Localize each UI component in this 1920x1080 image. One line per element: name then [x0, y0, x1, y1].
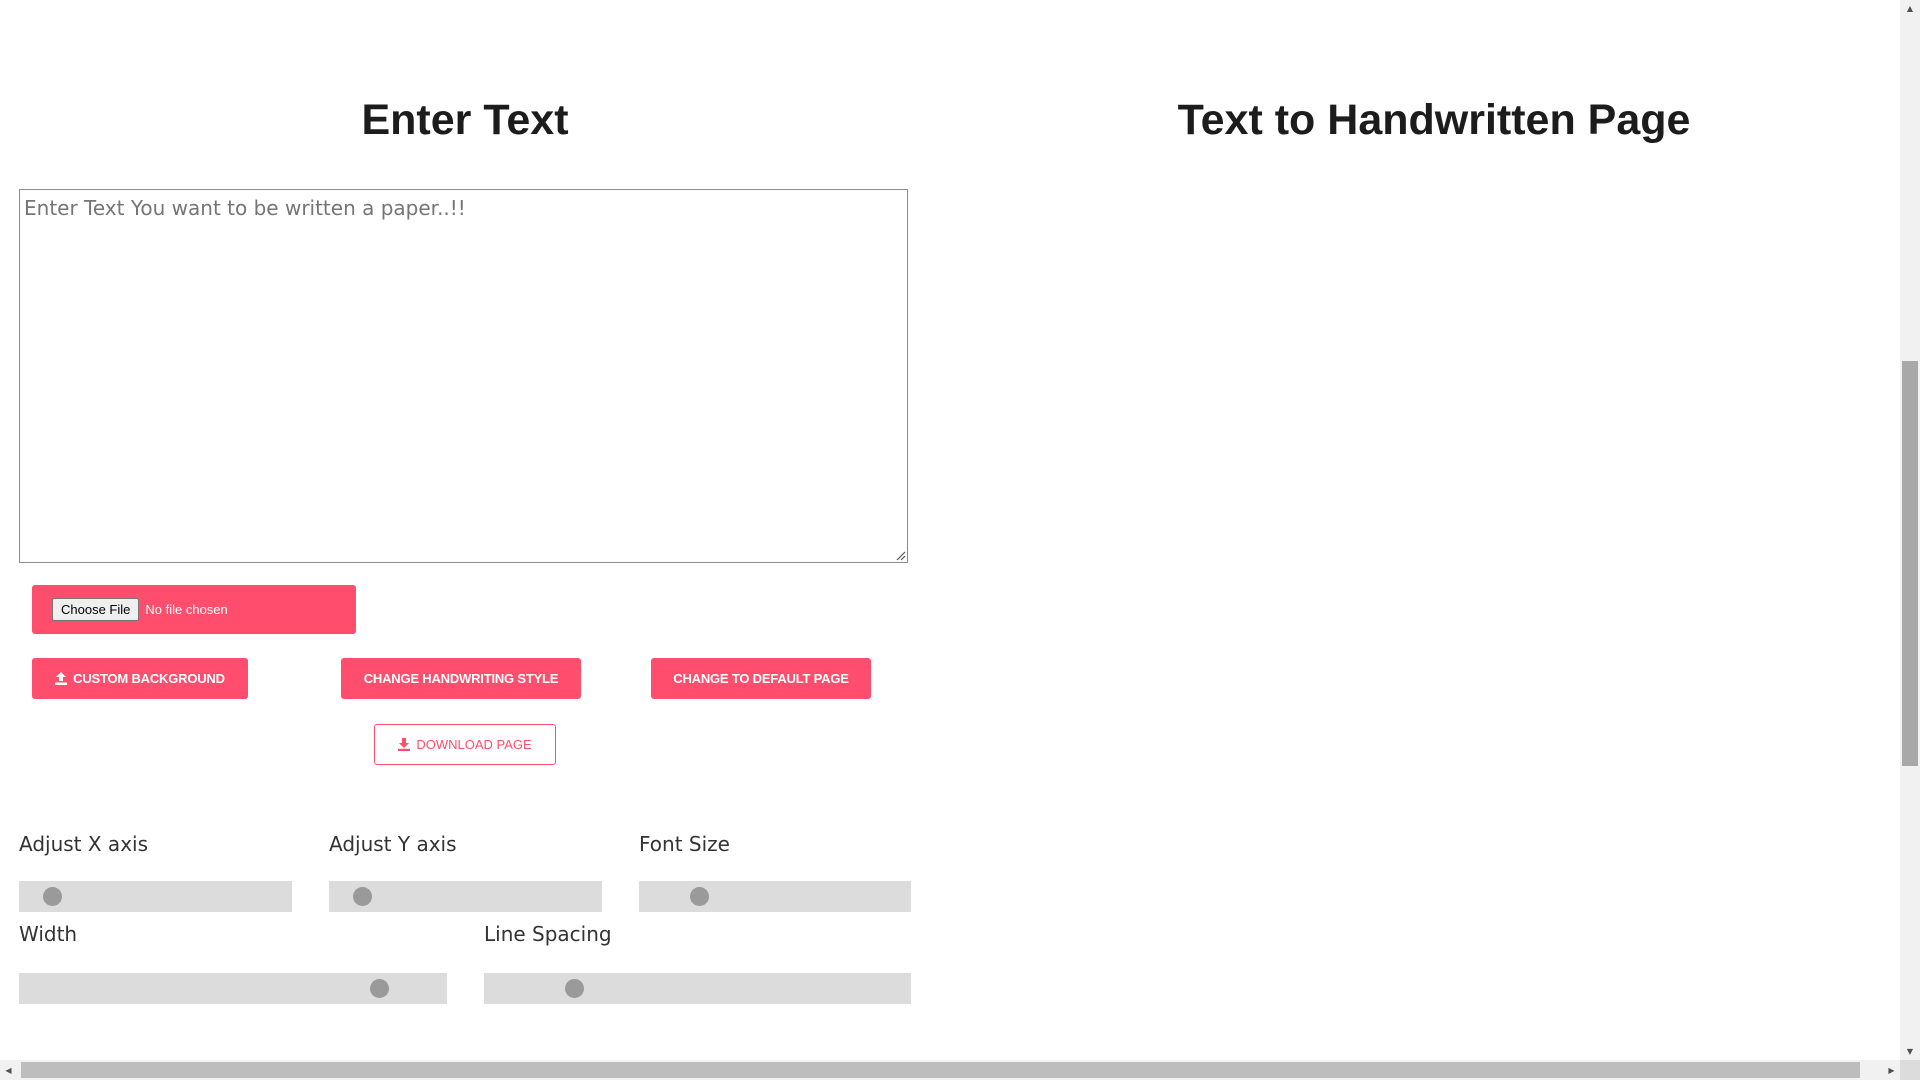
download-page-label: Download Page [416, 737, 532, 752]
file-input-container: Choose File No file chosen [32, 585, 356, 634]
adjust-x-label: Adjust X axis [19, 832, 149, 856]
width-thumb[interactable] [369, 979, 389, 998]
adjust-y-label: Adjust Y axis [329, 832, 457, 856]
download-icon [398, 738, 411, 751]
font-size-thumb[interactable] [689, 887, 709, 906]
page: Enter Text Text to Handwritten Page Choo… [0, 0, 1920, 1080]
custom-background-label: Custom Background [73, 671, 225, 686]
adjust-x-thumb[interactable] [42, 887, 62, 906]
change-to-default-page-button[interactable]: Change to Default Page [651, 658, 871, 699]
horizontal-scrollbar[interactable]: ◀ ▶ [0, 1060, 1900, 1080]
choose-file-button[interactable]: Choose File [52, 598, 140, 621]
line-spacing-label: Line Spacing [484, 922, 612, 946]
resize-grip-icon[interactable] [894, 549, 906, 561]
enter-text-heading: Enter Text [361, 96, 569, 144]
scroll-right-arrow-icon[interactable]: ▶ [1883, 1060, 1900, 1080]
scroll-down-arrow-icon[interactable]: ▼ [1900, 1043, 1920, 1060]
change-handwriting-style-button[interactable]: Change Handwriting Style [341, 658, 581, 699]
scrollbar-corner [1900, 1060, 1920, 1080]
text-input-area[interactable] [19, 189, 908, 563]
adjust-y-slider[interactable] [329, 881, 602, 912]
line-spacing-slider[interactable] [484, 973, 911, 1004]
font-size-label: Font Size [639, 832, 730, 856]
change-to-default-page-label: Change to Default Page [673, 671, 849, 686]
scroll-up-arrow-icon[interactable]: ▲ [1900, 0, 1920, 17]
width-label: Width [19, 922, 78, 946]
file-status-text: No file chosen [145, 602, 228, 617]
custom-background-button[interactable]: Custom Background [32, 658, 248, 699]
download-page-button[interactable]: Download Page [374, 724, 556, 765]
viewport: Enter Text Text to Handwritten Page Choo… [0, 0, 1900, 1060]
vertical-scrollbar[interactable]: ▲ ▼ [1900, 0, 1920, 1060]
horizontal-scroll-thumb[interactable] [21, 1062, 1860, 1078]
change-handwriting-style-label: Change Handwriting Style [363, 671, 559, 686]
upload-icon [55, 672, 68, 685]
handwritten-page-heading: Text to Handwritten Page [1177, 96, 1691, 144]
scroll-left-arrow-icon[interactable]: ◀ [0, 1060, 17, 1080]
adjust-y-thumb[interactable] [352, 887, 372, 906]
width-slider[interactable] [19, 973, 447, 1004]
line-spacing-thumb[interactable] [564, 979, 584, 998]
vertical-scroll-thumb[interactable] [1902, 361, 1918, 766]
adjust-x-slider[interactable] [19, 881, 292, 912]
font-size-slider[interactable] [639, 881, 911, 912]
